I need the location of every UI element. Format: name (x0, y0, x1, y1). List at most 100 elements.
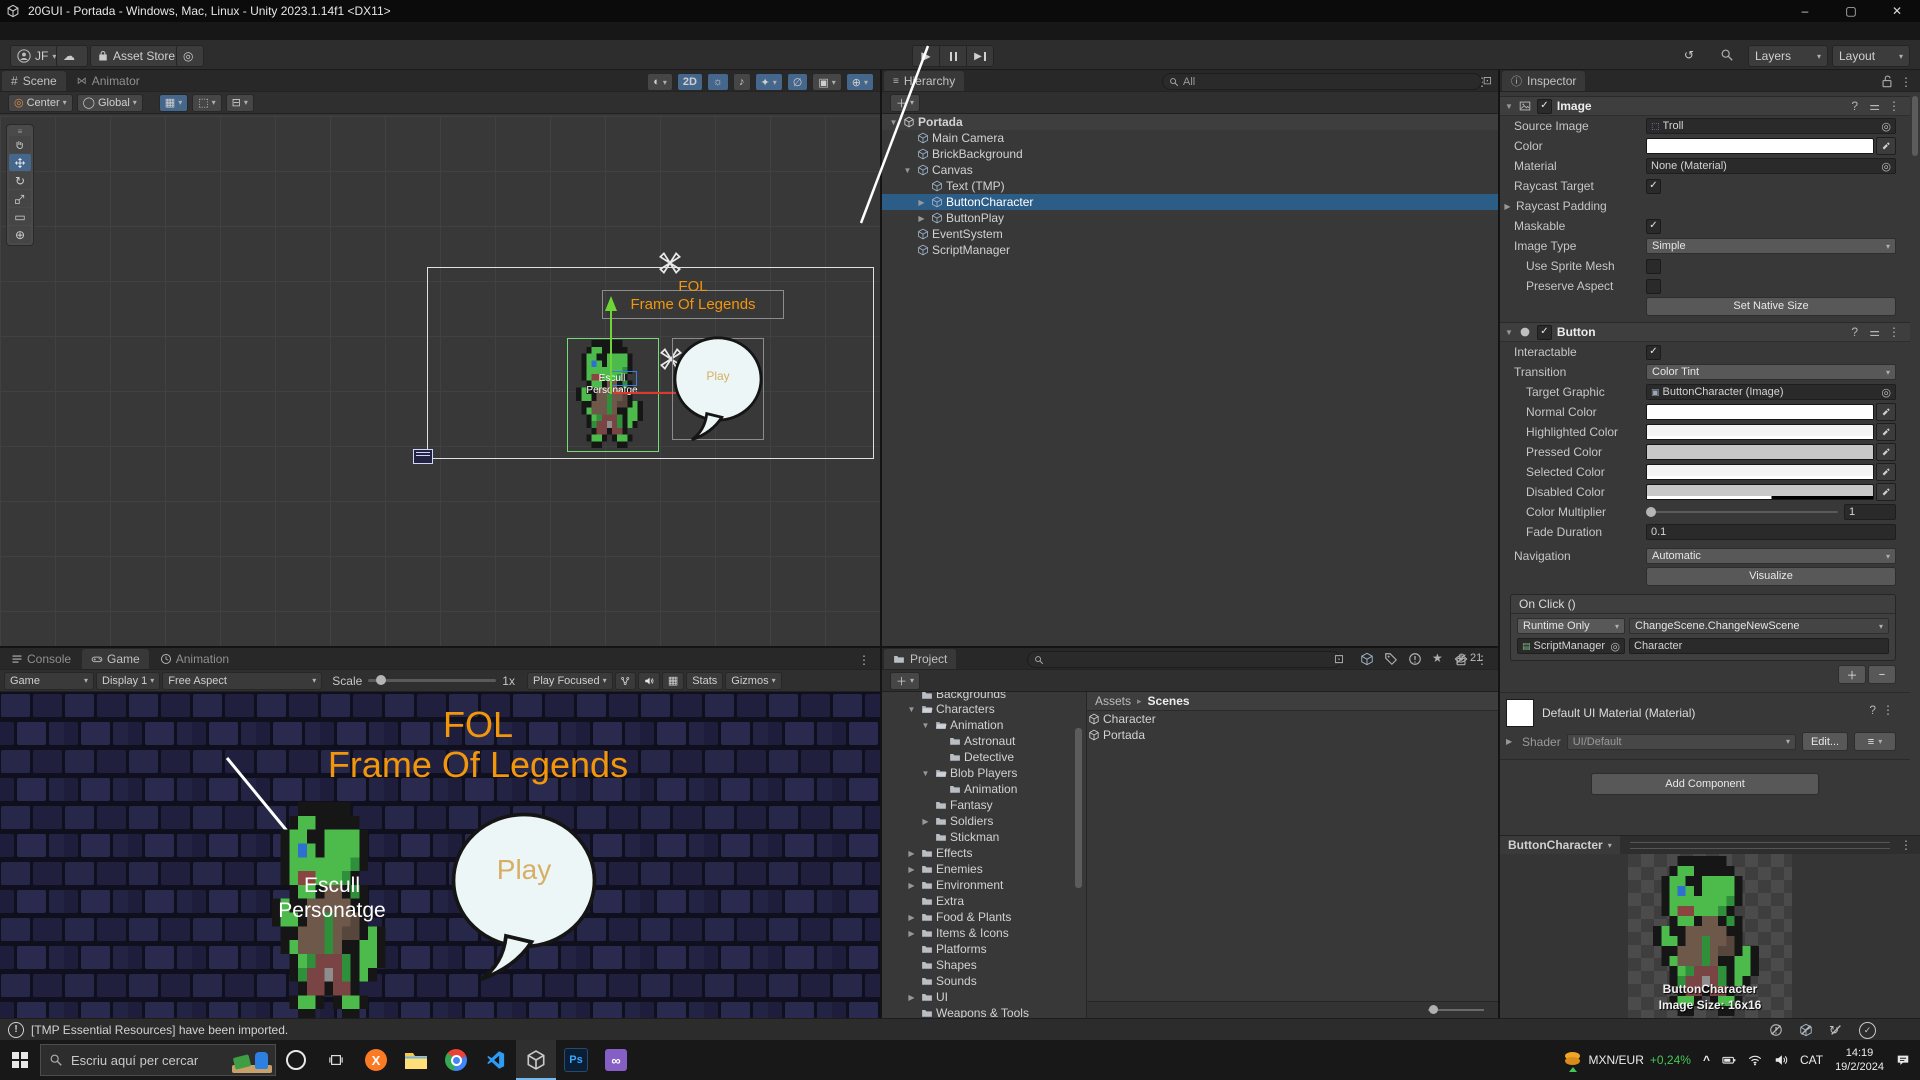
scale-tool[interactable] (9, 190, 31, 207)
rect-tool[interactable]: ▭ (9, 208, 31, 225)
hierarchy-item[interactable]: Portada (882, 114, 1498, 130)
expand-arrow[interactable] (916, 214, 927, 223)
gizmo-y-axis-arrow[interactable] (602, 294, 620, 396)
add-event-button[interactable]: ＋ (1838, 665, 1866, 684)
game-panel-menu-icon[interactable]: ⋮ (858, 653, 870, 667)
hierarchy-item[interactable]: ButtonPlay (882, 210, 1498, 226)
play-button-label[interactable]: Play (449, 854, 599, 886)
expand-arrow[interactable] (888, 118, 899, 127)
expand-arrow[interactable] (906, 705, 917, 714)
project-folder-item[interactable]: Sounds (882, 973, 1086, 989)
task-view-icon[interactable] (316, 1040, 356, 1080)
version-control-icon[interactable]: ↺ (1684, 48, 1694, 62)
rotate-tool[interactable]: ↻ (9, 172, 31, 189)
tab-animation[interactable]: Animation (151, 649, 238, 669)
help-icon[interactable]: ? (1869, 703, 1876, 717)
aspect-dropdown[interactable]: Free Aspect▾ (162, 672, 322, 690)
hidden-objects-icon[interactable]: ∅ (787, 73, 809, 91)
project-folder-item[interactable]: Weapons & Tools (882, 1005, 1086, 1018)
expand-arrow[interactable] (906, 881, 917, 890)
project-folder-item[interactable]: Blob Players (882, 765, 1086, 781)
tab-scene[interactable]: #Scene (2, 71, 66, 91)
market-ticker[interactable]: MXN/EUR +0,24% (1563, 1050, 1691, 1070)
scale-slider-knob[interactable] (376, 675, 386, 685)
eyedropper-icon[interactable] (1876, 483, 1896, 501)
lock-icon[interactable] (1880, 74, 1894, 88)
foldout-arrow[interactable]: ▶ (1506, 737, 1516, 746)
visualize-button[interactable]: Visualize (1646, 567, 1896, 586)
unity-taskbar-icon[interactable] (516, 1040, 556, 1080)
use-sprite-mesh-checkbox[interactable] (1646, 259, 1661, 274)
tab-game[interactable]: Game (82, 649, 149, 669)
object-picker-icon[interactable]: ◎ (1610, 640, 1620, 653)
search-filter-icon[interactable]: ⊡ (1483, 74, 1492, 87)
expand-arrow[interactable] (916, 198, 927, 207)
transition-dropdown[interactable]: Color Tint▾ (1646, 364, 1896, 380)
play-speech-bubble[interactable] (448, 810, 600, 996)
project-folder-item[interactable]: Detective (882, 749, 1086, 765)
search-icon[interactable] (1720, 48, 1734, 62)
multiplier-slider-knob[interactable] (1646, 507, 1656, 517)
hierarchy-item[interactable]: Main Camera (882, 130, 1498, 146)
progress-check-icon[interactable]: ✓ (1859, 1022, 1876, 1039)
layers-dropdown[interactable]: Layers▾ (1748, 45, 1828, 67)
clock[interactable]: 14:19 19/2/2024 (1835, 1046, 1884, 1075)
eyedropper-icon[interactable] (1876, 443, 1896, 461)
event-mode-dropdown[interactable]: Runtime Only▾ (1517, 618, 1625, 634)
project-search-input[interactable] (1027, 651, 1341, 668)
gizmos-toggle-icon[interactable]: ⊕▾ (846, 73, 874, 91)
hierarchy-item[interactable]: Canvas (882, 162, 1498, 178)
expand-arrow[interactable] (906, 929, 917, 938)
start-button[interactable] (0, 1040, 40, 1080)
cloud-button[interactable]: ☁ (56, 45, 88, 67)
tool-space-dropdown[interactable]: ◯Global▾ (77, 94, 143, 112)
object-picker-icon[interactable]: ◎ (1881, 160, 1891, 173)
project-folder-item[interactable]: Enemies (882, 861, 1086, 877)
taskbar-search-input[interactable]: Escriu aquí per cercar (40, 1044, 276, 1076)
debugger-disabled-icon[interactable] (1769, 1023, 1785, 1039)
wifi-icon[interactable] (1748, 1053, 1762, 1067)
multiplier-slider[interactable] (1646, 511, 1838, 513)
speech-bubble[interactable] (671, 335, 765, 451)
tray-expand-chevron[interactable]: ^ (1703, 1053, 1710, 1067)
photoshop-icon[interactable]: Ps (556, 1040, 596, 1080)
eyedropper-icon[interactable] (1876, 403, 1896, 421)
snap-settings-icon[interactable]: ⊟▾ (226, 94, 254, 112)
play-focus-dropdown[interactable]: Play Focused▾ (527, 672, 613, 690)
navigation-dropdown[interactable]: Automatic▾ (1646, 548, 1896, 564)
component-menu-icon[interactable]: ⋮ (1888, 99, 1900, 113)
notifications-icon[interactable] (1896, 1053, 1910, 1067)
presets-icon[interactable]: ⚌ (1869, 325, 1880, 339)
cortana-icon[interactable] (276, 1040, 316, 1080)
tab-hierarchy[interactable]: ≡Hierarchy (884, 71, 964, 91)
file-explorer-icon[interactable] (396, 1040, 436, 1080)
hierarchy-item[interactable]: EventSystem (882, 226, 1498, 242)
disabled-color-swatch[interactable] (1646, 484, 1874, 500)
play-button[interactable]: ▶ (912, 45, 940, 67)
hierarchy-item[interactable]: Text (TMP) (882, 178, 1498, 194)
hierarchy-item[interactable]: BrickBackground (882, 146, 1498, 162)
raycast-target-checkbox[interactable]: ✓ (1646, 179, 1661, 194)
display-dropdown[interactable]: Display 1▾ (96, 672, 160, 690)
target-graphic-field[interactable]: ▣ButtonCharacter (Image)◎ (1646, 384, 1896, 400)
normal-color-swatch[interactable] (1646, 404, 1874, 420)
vscode-icon[interactable] (476, 1040, 516, 1080)
expand-arrow[interactable] (906, 849, 917, 858)
2d-toggle[interactable]: 2D (677, 73, 703, 91)
preserve-aspect-checkbox[interactable] (1646, 279, 1661, 294)
create-asset-button[interactable]: ＋▾ (890, 672, 920, 690)
image-type-dropdown[interactable]: Simple▾ (1646, 238, 1896, 254)
presets-icon[interactable]: ⚌ (1869, 99, 1880, 113)
breadcrumb-root[interactable]: Assets (1095, 694, 1131, 708)
component-enabled-checkbox[interactable]: ✓ (1537, 325, 1552, 340)
maskable-checkbox[interactable]: ✓ (1646, 219, 1661, 234)
shader-dropdown[interactable]: UI/Default▾ (1567, 734, 1796, 750)
file-item[interactable]: Portada (1087, 727, 1498, 743)
project-folder-item[interactable]: Environment (882, 877, 1086, 893)
project-folder-item[interactable]: Effects (882, 845, 1086, 861)
project-folder-item[interactable]: Items & Icons (882, 925, 1086, 941)
layout-dropdown[interactable]: Layout▾ (1832, 45, 1910, 67)
move-tool[interactable] (9, 154, 31, 171)
xampp-icon[interactable]: X (356, 1040, 396, 1080)
label-filter-icon[interactable] (1384, 652, 1398, 666)
